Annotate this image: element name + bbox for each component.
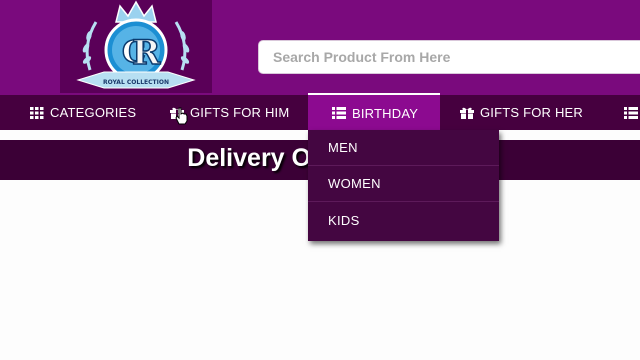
nav-item-more[interactable] bbox=[624, 95, 638, 130]
nav-item-categories[interactable]: CATEGORIES bbox=[30, 95, 136, 130]
nav-label-gifts-for-him: GIFTS FOR HIM bbox=[190, 105, 290, 120]
birthday-dropdown-menu: MEN WOMEN KIDS bbox=[308, 130, 499, 241]
svg-text:ROYAL COLLECTION: ROYAL COLLECTION bbox=[103, 79, 169, 86]
gift-icon bbox=[460, 107, 474, 119]
site-logo[interactable]: C R ROYAL COLLECTION bbox=[60, 0, 212, 93]
search-input[interactable] bbox=[259, 41, 640, 73]
nav-label-categories: CATEGORIES bbox=[50, 105, 137, 120]
nav-item-gifts-for-her[interactable]: GIFTS FOR HER bbox=[460, 95, 583, 130]
nav-label-birthday: BIRTHDAY bbox=[352, 105, 419, 121]
dropdown-item-kids[interactable]: KIDS bbox=[308, 202, 499, 238]
list-icon bbox=[332, 107, 346, 119]
hand-cursor-icon bbox=[175, 107, 188, 125]
nav-item-birthday[interactable]: BIRTHDAY bbox=[308, 93, 441, 131]
svg-text:R: R bbox=[132, 33, 161, 73]
list-icon bbox=[624, 106, 638, 119]
dropdown-item-women[interactable]: WOMEN bbox=[308, 166, 499, 202]
nav-label-gifts-for-her: GIFTS FOR HER bbox=[480, 105, 583, 120]
dropdown-item-men[interactable]: MEN bbox=[308, 130, 499, 166]
grid-icon bbox=[30, 106, 44, 119]
search-box[interactable] bbox=[258, 40, 640, 74]
